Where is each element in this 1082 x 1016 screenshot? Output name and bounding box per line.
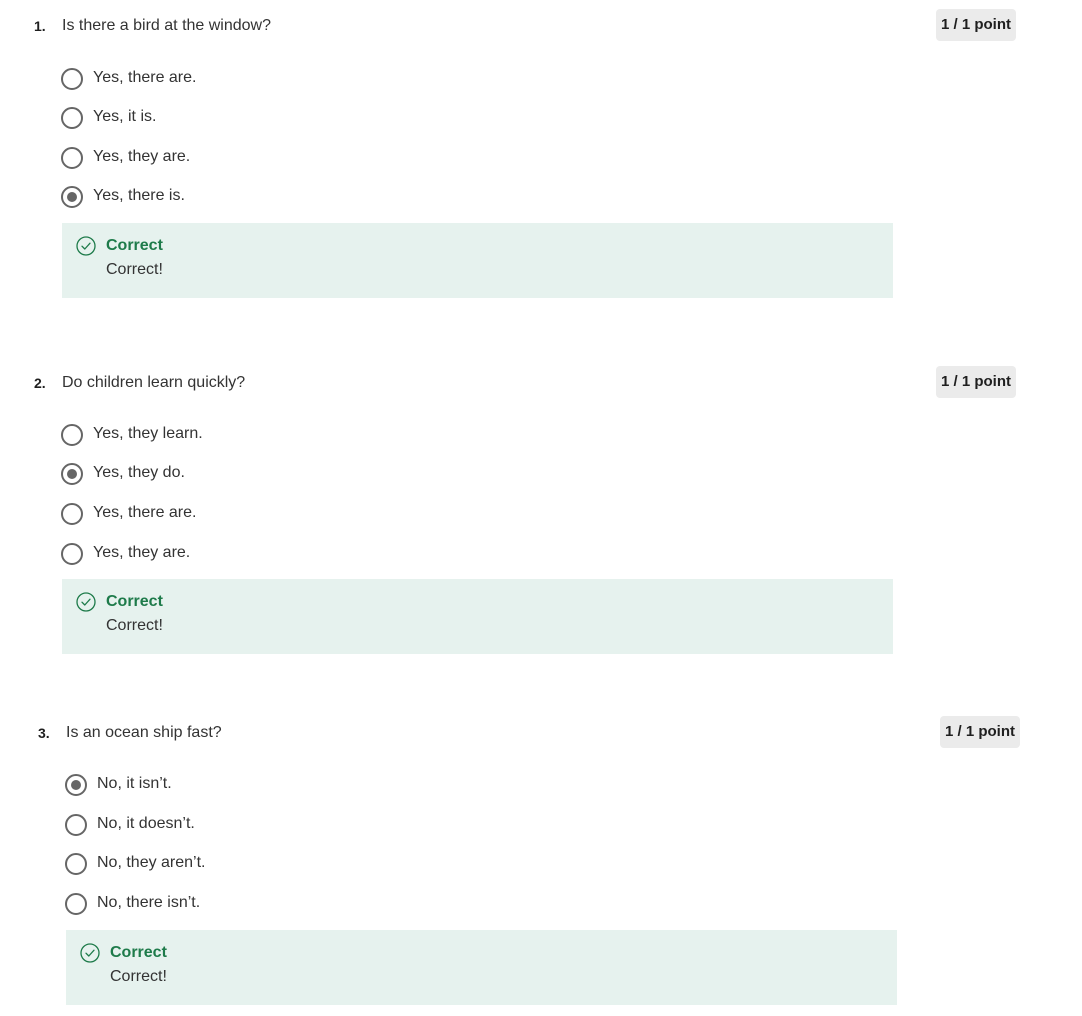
answer-option[interactable]: No, it isn’t. [65,774,465,798]
check-circle-icon [76,592,96,612]
answer-option-label: Yes, there is. [93,187,185,204]
answer-option-label: Yes, they do. [93,464,185,481]
answer-option[interactable]: No, it doesn’t. [65,814,465,838]
radio-button[interactable] [61,503,83,525]
feedback-box: Correct Correct! [66,930,897,1005]
question-text: Is there a bird at the window? [62,17,272,34]
answer-option[interactable]: Yes, they are. [61,543,461,567]
answer-option[interactable]: Yes, there are. [61,503,461,527]
answer-option-label: No, it doesn’t. [97,815,195,832]
feedback-box: Correct Correct! [62,223,893,298]
radio-button[interactable] [61,424,83,446]
question-text: Is an ocean ship fast? [66,724,222,741]
question-number: 3. [38,725,50,741]
points-badge: 1 / 1 point [936,9,1017,41]
answer-option-label: Yes, there are. [93,69,197,86]
feedback-box: Correct Correct! [62,579,893,654]
radio-button[interactable] [61,463,83,485]
answer-option[interactable]: No, there isn’t. [65,893,465,917]
feedback-text: Correct! [106,617,163,634]
feedback-title: Correct [106,237,163,254]
answer-option[interactable]: Yes, they learn. [61,424,461,448]
answer-option[interactable]: Yes, it is. [61,107,461,131]
answer-option-label: Yes, they are. [93,148,191,165]
feedback-title: Correct [106,593,163,610]
question-number: 1. [34,18,46,34]
radio-button[interactable] [61,68,83,90]
answer-option-label: Yes, it is. [93,108,157,125]
answer-option[interactable]: Yes, they are. [61,147,461,171]
radio-button[interactable] [61,107,83,129]
radio-button[interactable] [61,147,83,169]
answer-option-label: Yes, they learn. [93,425,203,442]
points-badge: 1 / 1 point [936,366,1017,398]
radio-button[interactable] [61,543,83,565]
points-badge: 1 / 1 point [940,716,1021,748]
feedback-title: Correct [110,944,167,961]
radio-button[interactable] [65,774,87,796]
feedback-text: Correct! [106,261,163,278]
answer-option[interactable]: Yes, there is. [61,186,461,210]
answer-option[interactable]: Yes, there are. [61,68,461,92]
answer-option-label: No, there isn’t. [97,894,201,911]
answer-option-label: Yes, there are. [93,504,197,521]
feedback-text: Correct! [110,968,167,985]
check-circle-icon [80,943,100,963]
answer-option-label: Yes, they are. [93,544,191,561]
answer-option[interactable]: Yes, they do. [61,463,461,487]
radio-button[interactable] [61,186,83,208]
answer-option-label: No, it isn’t. [97,775,172,792]
radio-button[interactable] [65,893,87,915]
check-circle-icon [76,236,96,256]
radio-button[interactable] [65,853,87,875]
answer-option[interactable]: No, they aren’t. [65,853,465,877]
radio-button[interactable] [65,814,87,836]
answer-option-label: No, they aren’t. [97,854,206,871]
question-text: Do children learn quickly? [62,374,246,391]
question-number: 2. [34,375,46,391]
